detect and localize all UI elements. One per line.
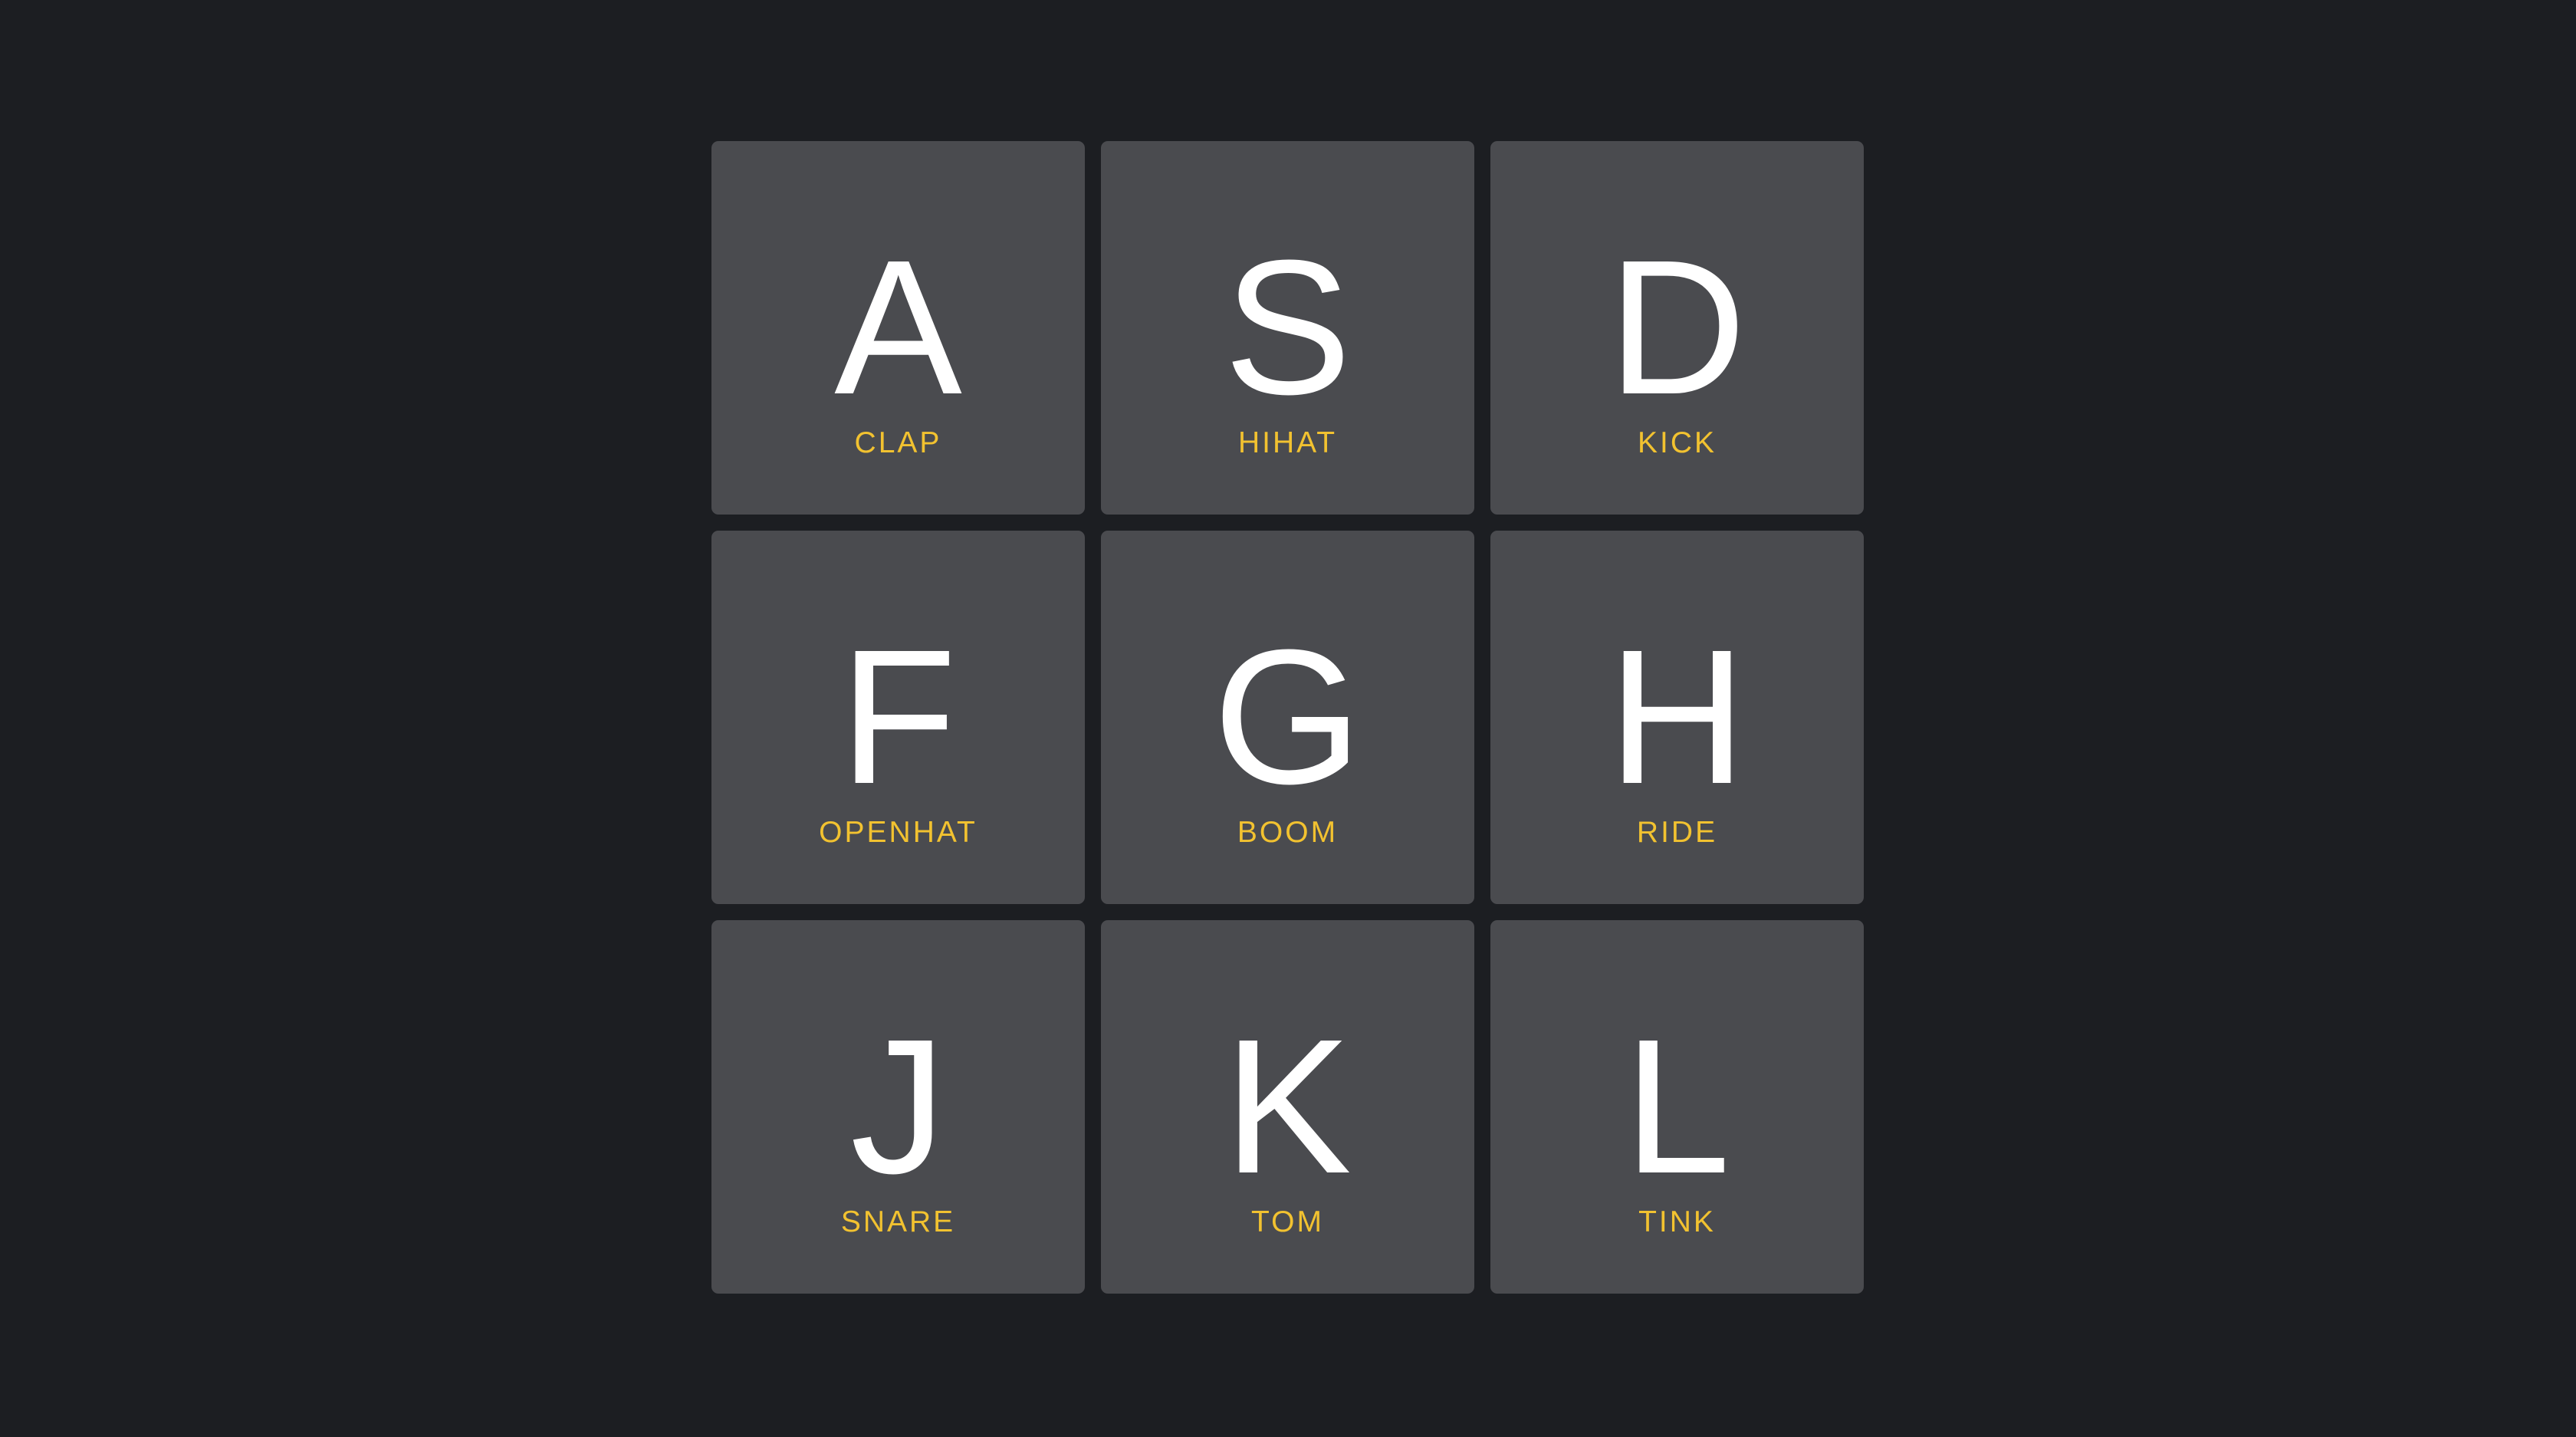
pad-key-label: H xyxy=(1608,610,1746,824)
drum-pad-openhat[interactable]: F OPENHAT xyxy=(711,531,1085,904)
pad-key-label: L xyxy=(1623,999,1731,1213)
pad-sound-label: TINK xyxy=(1638,1205,1716,1238)
pad-key-label: J xyxy=(850,999,946,1213)
pad-key-label: A xyxy=(834,220,962,434)
drum-pad-grid: A CLAP S HIHAT D KICK F OPENHAT G BOOM H… xyxy=(711,141,1865,1294)
pad-sound-label: OPENHAT xyxy=(819,816,978,849)
pad-sound-label: TOM xyxy=(1251,1205,1324,1238)
drum-pad-boom[interactable]: G BOOM xyxy=(1101,531,1474,904)
pad-key-label: G xyxy=(1213,610,1362,824)
drum-pad-ride[interactable]: H RIDE xyxy=(1490,531,1864,904)
drum-pad-clap[interactable]: A CLAP xyxy=(711,141,1085,515)
pad-sound-label: KICK xyxy=(1637,426,1717,459)
pad-sound-label: RIDE xyxy=(1636,816,1718,849)
drum-pad-tink[interactable]: L TINK xyxy=(1490,920,1864,1294)
pad-sound-label: BOOM xyxy=(1237,816,1339,849)
pad-key-label: K xyxy=(1224,999,1352,1213)
drum-pad-tom[interactable]: K TOM xyxy=(1101,920,1474,1294)
drum-pad-hihat[interactable]: S HIHAT xyxy=(1101,141,1474,515)
pad-key-label: S xyxy=(1224,220,1352,434)
drum-pad-snare[interactable]: J SNARE xyxy=(711,920,1085,1294)
pad-sound-label: SNARE xyxy=(840,1205,956,1238)
pad-sound-label: CLAP xyxy=(854,426,942,459)
pad-sound-label: HIHAT xyxy=(1237,426,1338,459)
pad-key-label: F xyxy=(840,610,957,824)
drum-pad-kick[interactable]: D KICK xyxy=(1490,141,1864,515)
pad-key-label: D xyxy=(1608,220,1746,434)
